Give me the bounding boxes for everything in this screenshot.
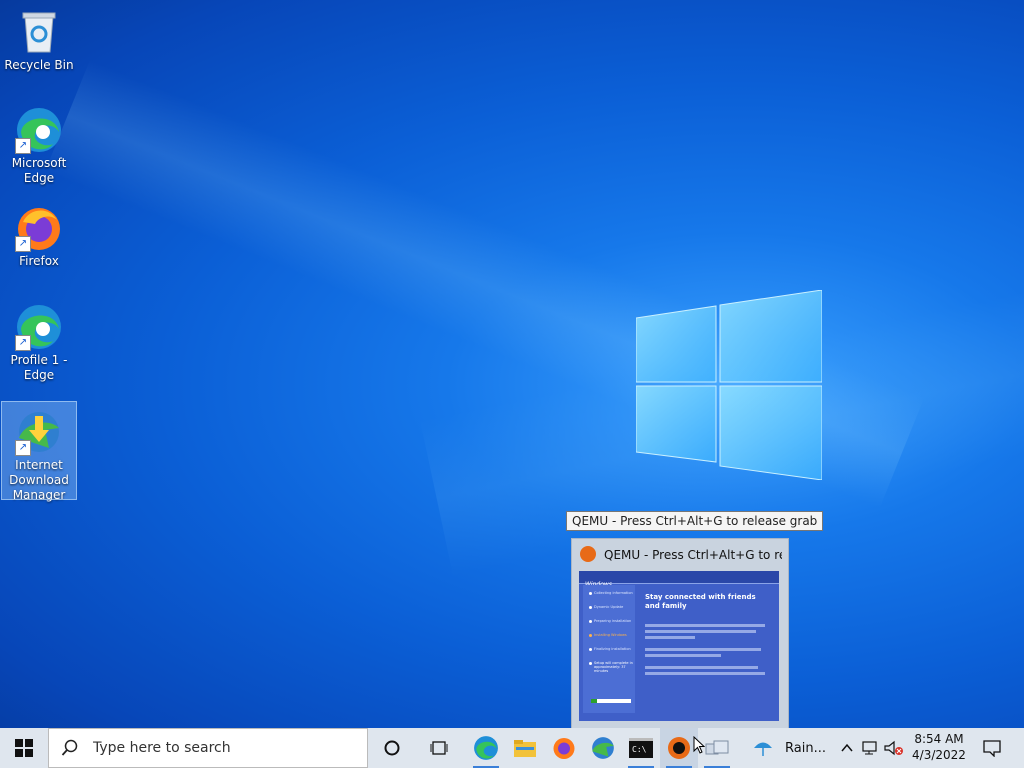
svg-text:C:\: C:\ <box>632 745 647 754</box>
clock-time: 8:54 AM <box>914 732 964 746</box>
network-status-icon <box>862 741 877 755</box>
cortana-icon <box>384 740 400 756</box>
shortcut-arrow-icon: ↗ <box>15 335 31 351</box>
umbrella-icon <box>754 742 772 756</box>
xp-remaining: Setup will complete in approximately: 37… <box>589 661 635 677</box>
edge-icon: ↗ <box>15 106 63 154</box>
taskbar-search-box[interactable] <box>48 728 368 768</box>
xp-progress-bar <box>591 699 631 703</box>
xp-step: Collecting information <box>589 591 635 599</box>
taskbar: C:\ Rain... 8:54 AM 4/3/2022 <box>0 728 1024 768</box>
desktop-icon-profile-1-edge[interactable]: ↗ Profile 1 - Edge <box>2 297 76 389</box>
volume-button[interactable] <box>884 728 904 768</box>
volume-muted-icon <box>884 740 903 756</box>
notification-icon <box>983 740 1001 757</box>
xp-setup-screen: Windows Collecting information Dynamic U… <box>579 571 779 721</box>
shortcut-arrow-icon: ↗ <box>15 440 31 456</box>
xp-heading: Stay connected with friends and family <box>645 593 756 610</box>
clock-date: 4/3/2022 <box>912 748 966 762</box>
taskbar-idm[interactable] <box>584 728 622 768</box>
cortana-button[interactable] <box>373 728 411 768</box>
xp-step-active: Installing Windows <box>589 633 635 641</box>
desktop-icon-label: Firefox <box>19 254 59 268</box>
qemu-icon <box>580 546 596 562</box>
notifications-button[interactable] <box>982 728 1002 768</box>
recycle-bin-icon <box>15 8 63 56</box>
xp-step: Preparing installation <box>589 619 635 627</box>
qemu-window-preview[interactable]: QEMU - Press Ctrl+Alt+G to rel... Window… <box>571 538 789 730</box>
file-explorer-icon <box>514 740 536 757</box>
desktop-icon-firefox[interactable]: ↗ Firefox <box>2 198 76 276</box>
xp-steps-panel: Collecting information Dynamic Update Pr… <box>583 585 635 713</box>
search-icon <box>61 739 78 756</box>
desktop-icon-label: Recycle Bin <box>4 58 74 72</box>
qemu-icon <box>668 737 690 759</box>
desktop-icon-label: Internet Download Manager <box>9 458 69 502</box>
firefox-icon <box>553 738 575 759</box>
windows-logo-wallpaper <box>636 290 822 480</box>
task-view-button[interactable] <box>421 728 459 768</box>
taskbar-edge[interactable] <box>467 728 505 768</box>
weather-text: Rain... <box>785 740 826 756</box>
edge-icon: ↗ <box>15 303 63 351</box>
desktop-icon-internet-download-manager[interactable]: ↗ Internet Download Manager <box>1 401 77 502</box>
desktop-icon-recycle-bin[interactable]: Recycle Bin <box>2 2 76 78</box>
task-view-icon <box>430 741 448 755</box>
edge-icon <box>474 736 498 760</box>
xp-step: Finalizing installation <box>589 647 635 655</box>
show-hidden-icons-button[interactable] <box>840 728 854 768</box>
taskbar-cmd[interactable]: C:\ <box>622 728 660 768</box>
chevron-up-icon <box>841 743 853 752</box>
idm-icon: ↗ <box>15 408 63 456</box>
preview-title: QEMU - Press Ctrl+Alt+G to rel... <box>604 548 782 562</box>
shortcut-arrow-icon: ↗ <box>15 138 31 154</box>
firefox-icon: ↗ <box>15 204 63 252</box>
taskbar-clock[interactable]: 8:54 AM 4/3/2022 <box>906 731 972 763</box>
shortcut-arrow-icon: ↗ <box>15 236 31 252</box>
taskbar-tooltip: QEMU - Press Ctrl+Alt+G to release grab <box>566 511 824 531</box>
mouse-cursor-icon <box>693 736 705 754</box>
desktop-icon-label: Microsoft Edge <box>11 156 67 185</box>
preview-title-bar: QEMU - Press Ctrl+Alt+G to rel... <box>580 546 782 564</box>
network-status-button[interactable] <box>862 728 880 768</box>
xp-step: Dynamic Update <box>589 605 635 613</box>
taskbar-firefox[interactable] <box>545 728 583 768</box>
start-button[interactable] <box>0 728 48 768</box>
windows-start-icon <box>15 739 33 757</box>
desktop-icon-label: Profile 1 - Edge <box>10 353 68 382</box>
weather-widget[interactable]: Rain... <box>752 728 826 768</box>
cmd-icon: C:\ <box>629 738 653 758</box>
idm-icon <box>592 737 614 759</box>
desktop-icon-microsoft-edge[interactable]: ↗ Microsoft Edge <box>2 100 76 192</box>
search-input[interactable] <box>91 739 355 757</box>
xp-content: Stay connected with friends and family <box>645 593 771 675</box>
taskbar-file-explorer[interactable] <box>506 728 544 768</box>
xp-header: Windows <box>579 571 779 588</box>
network-icon <box>705 740 729 755</box>
